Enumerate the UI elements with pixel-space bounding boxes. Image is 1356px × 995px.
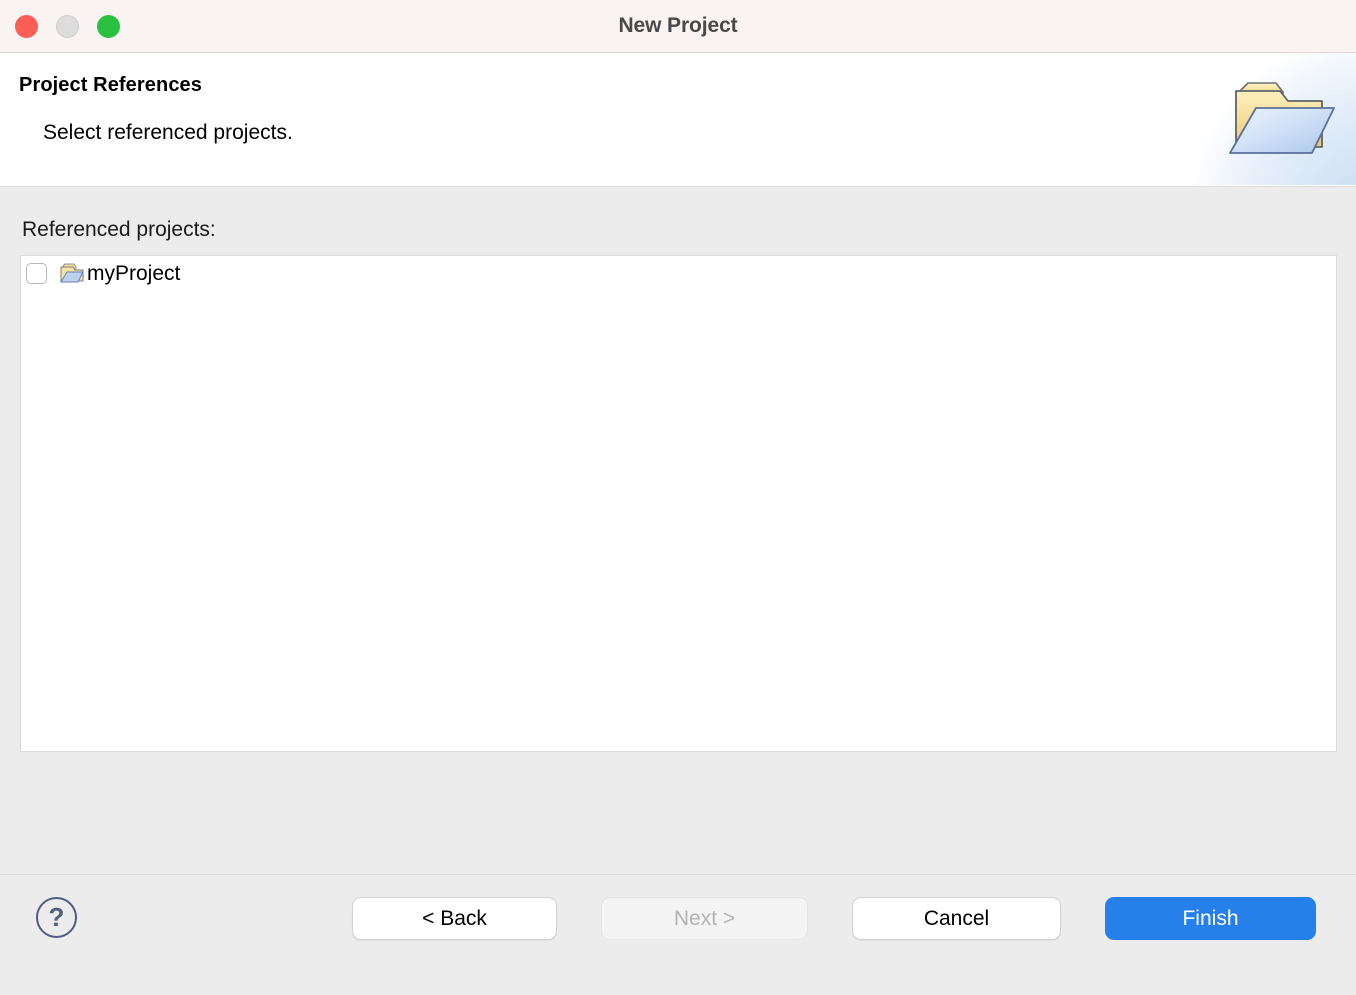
project-checkbox[interactable] (26, 262, 47, 284)
list-item[interactable]: myProject (21, 256, 1336, 290)
title-bar: New Project (0, 0, 1356, 53)
minimize-window-button[interactable] (56, 14, 79, 38)
referenced-projects-list[interactable]: myProject (20, 255, 1337, 752)
list-item-label: myProject (87, 261, 181, 285)
footer-button-group: < Back Next > Cancel Finish (352, 897, 1316, 940)
window-controls (15, 0, 120, 52)
folder-icon (60, 263, 84, 283)
wizard-body: Referenced projects: myProject (0, 187, 1356, 874)
header-artwork (1198, 53, 1356, 185)
window-title: New Project (618, 14, 738, 37)
referenced-projects-label: Referenced projects: (22, 218, 216, 241)
new-project-dialog: New Project Project References Select re… (0, 0, 1356, 995)
next-button: Next > (601, 897, 808, 940)
page-subtitle: Select referenced projects. (43, 121, 293, 144)
help-icon: ? (48, 901, 65, 932)
finish-button[interactable]: Finish (1105, 897, 1316, 940)
cancel-button[interactable]: Cancel (852, 897, 1061, 940)
open-folder-icon (1229, 82, 1335, 154)
page-title: Project References (19, 74, 203, 96)
help-button[interactable]: ? (36, 897, 77, 938)
back-button[interactable]: < Back (352, 897, 557, 940)
wizard-header: Project References Select referenced pro… (0, 53, 1356, 187)
dialog-footer: ? < Back Next > Cancel Finish (0, 874, 1356, 995)
close-window-button[interactable] (15, 14, 38, 38)
maximize-window-button[interactable] (97, 14, 120, 38)
